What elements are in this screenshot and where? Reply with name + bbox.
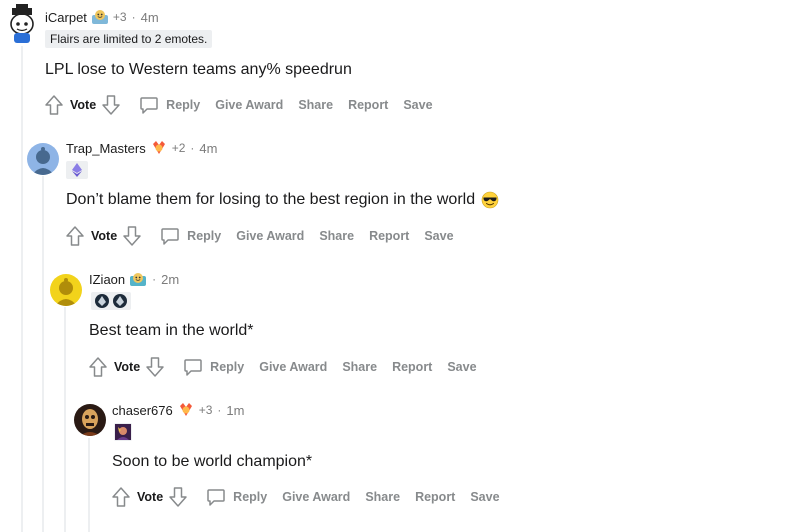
champion-portrait-icon bbox=[115, 424, 131, 440]
upvote-icon[interactable] bbox=[88, 356, 108, 378]
save-button[interactable]: Save bbox=[470, 490, 499, 504]
report-button[interactable]: Report bbox=[348, 98, 388, 112]
avatar[interactable] bbox=[50, 274, 82, 306]
comment-actions: Vote Reply Give Award Share Report Save bbox=[88, 355, 477, 379]
upvote-icon[interactable] bbox=[111, 486, 131, 508]
timestamp[interactable]: 4m bbox=[141, 10, 159, 25]
user-flair bbox=[114, 423, 132, 441]
wholesome-award-icon bbox=[129, 271, 147, 287]
comment-body: Don’t blame them for losing to the best … bbox=[66, 189, 499, 211]
thread-line[interactable] bbox=[21, 46, 23, 532]
separator-dot: · bbox=[190, 141, 195, 155]
timestamp[interactable]: 2m bbox=[161, 272, 179, 287]
team-logo-icon bbox=[94, 293, 110, 309]
helpful-award-icon bbox=[150, 140, 168, 156]
comment-bubble-icon bbox=[183, 357, 203, 377]
share-button[interactable]: Share bbox=[342, 360, 377, 374]
award-count[interactable]: +3 bbox=[199, 403, 213, 417]
comment-body: Soon to be world champion* bbox=[112, 453, 313, 470]
comment-actions: Vote Reply Give Award Share Report Save bbox=[44, 93, 433, 117]
report-button[interactable]: Report bbox=[369, 229, 409, 243]
reply-button[interactable]: Reply bbox=[183, 357, 244, 377]
downvote-icon[interactable] bbox=[122, 225, 142, 247]
vote-count: Vote bbox=[114, 360, 141, 374]
vote-count: Vote bbox=[137, 490, 164, 504]
give-award-button[interactable]: Give Award bbox=[215, 98, 283, 112]
username[interactable]: chaser676 bbox=[112, 403, 173, 418]
report-button[interactable]: Report bbox=[392, 360, 432, 374]
sunglasses-emoji-icon bbox=[481, 191, 499, 209]
comment-bubble-icon bbox=[139, 95, 159, 115]
thread-line[interactable] bbox=[88, 438, 90, 532]
give-award-button[interactable]: Give Award bbox=[236, 229, 304, 243]
give-award-button[interactable]: Give Award bbox=[259, 360, 327, 374]
reply-label: Reply bbox=[210, 360, 245, 374]
thread-line[interactable] bbox=[42, 176, 44, 532]
award-count[interactable]: +2 bbox=[172, 141, 186, 155]
downvote-icon[interactable] bbox=[168, 486, 188, 508]
comment-body-text: Don’t blame them for losing to the best … bbox=[66, 191, 476, 208]
vote-count: Vote bbox=[70, 98, 97, 112]
timestamp[interactable]: 4m bbox=[199, 141, 217, 156]
share-button[interactable]: Share bbox=[298, 98, 333, 112]
username[interactable]: iCarpet bbox=[45, 10, 87, 25]
user-flair: Flairs are limited to 2 emotes. bbox=[45, 30, 213, 48]
comment-bubble-icon bbox=[206, 487, 226, 507]
reply-label: Reply bbox=[233, 490, 268, 504]
downvote-icon[interactable] bbox=[101, 94, 121, 116]
separator-dot: · bbox=[217, 403, 222, 417]
avatar[interactable] bbox=[27, 143, 59, 175]
team-logo-icon bbox=[112, 293, 128, 309]
reply-label: Reply bbox=[187, 229, 222, 243]
share-button[interactable]: Share bbox=[365, 490, 400, 504]
vote-count: Vote bbox=[91, 229, 118, 243]
reply-button[interactable]: Reply bbox=[139, 95, 200, 115]
reply-button[interactable]: Reply bbox=[206, 487, 267, 507]
username[interactable]: IZiaon bbox=[89, 272, 125, 287]
reply-button[interactable]: Reply bbox=[160, 226, 221, 246]
timestamp[interactable]: 1m bbox=[226, 403, 244, 418]
comment-actions: Vote Reply Give Award Share Report Save bbox=[65, 224, 454, 248]
save-button[interactable]: Save bbox=[424, 229, 453, 243]
comment-body: Best team in the world* bbox=[89, 322, 254, 339]
user-flair bbox=[91, 292, 131, 310]
save-button[interactable]: Save bbox=[403, 98, 432, 112]
upvote-icon[interactable] bbox=[65, 225, 85, 247]
comment-bubble-icon bbox=[160, 226, 180, 246]
helpful-award-icon bbox=[177, 402, 195, 418]
separator-dot: · bbox=[152, 272, 157, 286]
user-flair bbox=[66, 161, 88, 179]
separator-dot: · bbox=[131, 10, 136, 24]
username[interactable]: Trap_Masters bbox=[66, 141, 146, 156]
award-count[interactable]: +3 bbox=[113, 10, 127, 24]
give-award-button[interactable]: Give Award bbox=[282, 490, 350, 504]
ethereum-flair-icon bbox=[69, 162, 85, 178]
comment-actions: Vote Reply Give Award Share Report Save bbox=[111, 485, 500, 509]
report-button[interactable]: Report bbox=[415, 490, 455, 504]
thread-line[interactable] bbox=[64, 307, 66, 532]
avatar[interactable] bbox=[5, 4, 39, 44]
reply-label: Reply bbox=[166, 98, 201, 112]
save-button[interactable]: Save bbox=[447, 360, 476, 374]
wholesome-award-icon bbox=[91, 9, 109, 25]
share-button[interactable]: Share bbox=[319, 229, 354, 243]
comment-body: LPL lose to Western teams any% speedrun bbox=[45, 61, 352, 78]
upvote-icon[interactable] bbox=[44, 94, 64, 116]
avatar[interactable] bbox=[74, 404, 106, 436]
downvote-icon[interactable] bbox=[145, 356, 165, 378]
